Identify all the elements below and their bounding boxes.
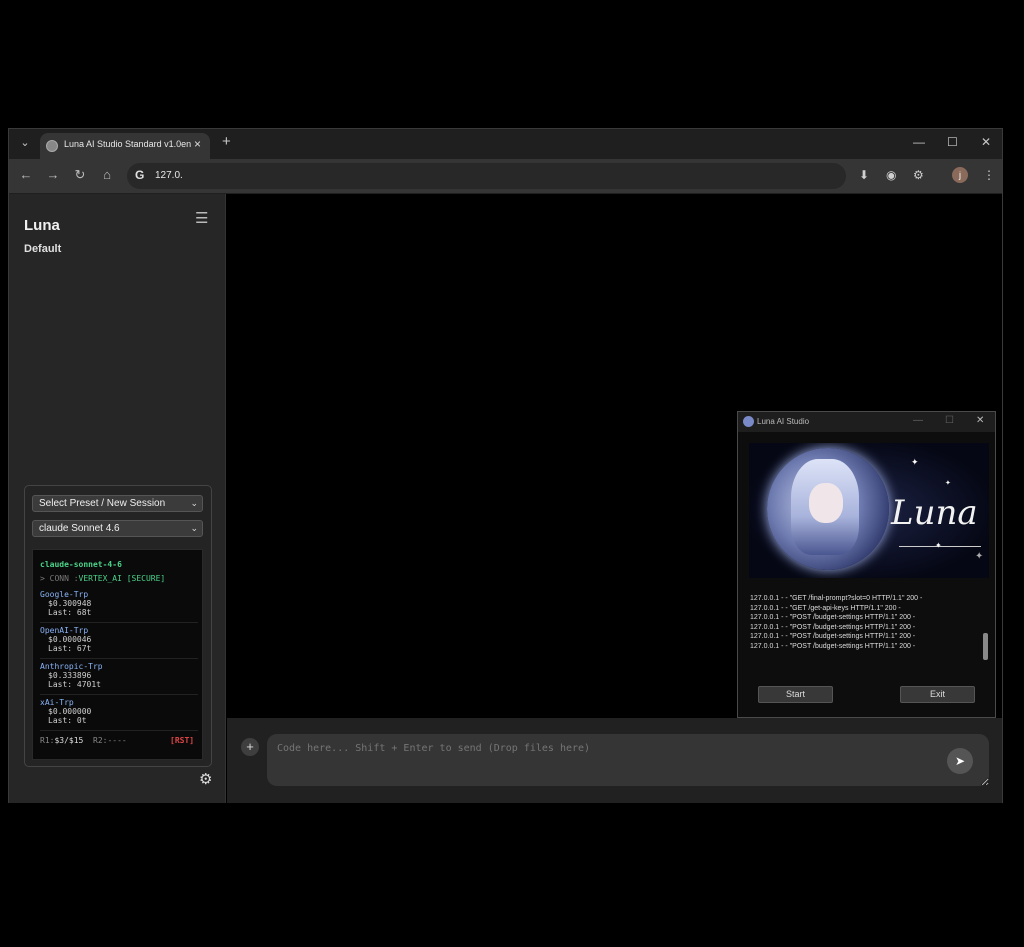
maximize-icon[interactable]: ☐: [945, 415, 954, 426]
star-icon: ✦: [975, 551, 984, 562]
log-line: 127.0.0.1 - - "GET /final-prompt?slot=0 …: [750, 595, 923, 602]
provider-last: Last: 0t: [48, 716, 87, 725]
log-line: 127.0.0.1 - - "GET /get-api-keys HTTP/1.…: [750, 604, 901, 612]
conn-prefix: > CONN :: [40, 574, 79, 583]
sidebar: Luna Default ☰ Select Preset / New Sessi…: [9, 194, 226, 803]
usage-terminal: claude-sonnet-4-6 > CONN :VERTEX_AI [SEC…: [32, 549, 203, 760]
provider-name: xAi-Trp: [40, 698, 74, 707]
home-icon[interactable]: ⌂: [98, 167, 116, 182]
send-icon[interactable]: ➤: [947, 748, 973, 774]
log-line: 127.0.0.1 - - "POST /budget-settings HTT…: [750, 623, 916, 631]
window-close-icon[interactable]: ✕: [981, 135, 991, 149]
chevron-down-icon[interactable]: ⌄: [17, 135, 33, 151]
star-icon: ✦: [935, 541, 942, 550]
close-icon[interactable]: ×: [194, 137, 201, 151]
provider-name: Google-Trp: [40, 590, 89, 599]
chat-input[interactable]: [267, 734, 989, 786]
provider-cost: $0.300948: [48, 599, 92, 608]
provider-name: OpenAI-Trp: [40, 626, 89, 635]
start-button[interactable]: Start: [758, 686, 833, 703]
provider-last: Last: 68t: [48, 608, 92, 617]
app-icon: [743, 416, 754, 427]
new-tab-icon[interactable]: +: [222, 133, 231, 150]
google-icon: G: [135, 168, 145, 182]
chevron-down-icon: ⌄: [190, 498, 198, 508]
record-icon[interactable]: ◉: [886, 168, 896, 182]
provider-cost: $0.000000: [48, 707, 92, 716]
character-face: [809, 483, 843, 523]
provider-cost: $0.333896: [48, 671, 92, 680]
r1-label: R1:: [40, 736, 55, 745]
preset-select[interactable]: Select Preset / New Session ⌄: [32, 495, 203, 512]
rate-footer: R1:$3/$15 R2:----: [40, 736, 127, 745]
log-line: 127.0.0.1 - - "POST /budget-settings HTT…: [750, 642, 916, 650]
model-select-value: claude Sonnet 4.6: [39, 523, 120, 534]
forward-arrow-icon[interactable]: →: [44, 167, 62, 182]
preset-select-value: Select Preset / New Session: [39, 498, 166, 509]
log-line: 127.0.0.1 - - "POST /budget-settings HTT…: [750, 614, 916, 622]
avatar[interactable]: j: [952, 167, 968, 183]
provider-row: xAi-Trp $0.000000 Last: 0t: [40, 698, 198, 731]
launcher-window: Luna AI Studio — ☐ ✕ Luna ✦ ✦ ✦ ✦ 127.0.…: [737, 411, 996, 718]
browser-toolbar: ← → ↻ ⌂ G 127.0. ⬇ ◉ ⚙ j ⋮: [9, 159, 1002, 193]
r1-value: $3/$15: [54, 736, 84, 745]
star-icon: ✦: [945, 480, 951, 487]
r2-label: R2:----: [93, 736, 127, 745]
log-line: 127.0.0.1 - - "POST /budget-settings HTT…: [750, 633, 916, 641]
kebab-menu-icon[interactable]: ⋮: [983, 168, 995, 182]
close-icon[interactable]: ✕: [976, 415, 984, 426]
tab-strip: ⌄ Luna AI Studio Standard v1.0en × + — ☐…: [9, 129, 1002, 159]
session-name: Default: [24, 243, 62, 255]
provider-row: Anthropic-Trp $0.333896 Last: 4701t: [40, 662, 198, 695]
address-bar[interactable]: G 127.0.: [127, 163, 846, 189]
attach-button[interactable]: +: [241, 738, 259, 756]
terminal-model: claude-sonnet-4-6: [40, 560, 122, 569]
provider-row: OpenAI-Trp $0.000046 Last: 67t: [40, 626, 198, 659]
popup-title: Luna AI Studio: [757, 417, 810, 426]
log-scrollbar[interactable]: [983, 633, 988, 660]
popup-titlebar: Luna AI Studio — ☐ ✕: [738, 412, 995, 432]
provider-last: Last: 4701t: [48, 680, 101, 689]
maximize-icon[interactable]: ☐: [947, 135, 958, 149]
server-log: 127.0.0.1 - - "GET /final-prompt?slot=0 …: [750, 594, 922, 652]
globe-icon: [46, 140, 58, 152]
gear-icon[interactable]: ⚙: [199, 770, 212, 788]
luna-banner-image: Luna ✦ ✦ ✦ ✦: [749, 443, 989, 578]
tab-title: Luna AI Studio Standard v1.0en: [64, 139, 192, 149]
provider-last: Last: 67t: [48, 644, 92, 653]
exit-button[interactable]: Exit: [900, 686, 975, 703]
provider-cost: $0.000046: [48, 635, 92, 644]
reset-button[interactable]: [RST]: [170, 736, 194, 745]
conn-value: VERTEX_AI [SECURE]: [78, 574, 166, 583]
app-title: Luna: [24, 217, 60, 234]
minimize-icon[interactable]: —: [913, 415, 923, 426]
banner-logo-text: Luna: [891, 493, 978, 533]
provider-row: Google-Trp $0.300948 Last: 68t: [40, 590, 198, 623]
hamburger-icon[interactable]: ☰: [195, 209, 208, 227]
browser-tab[interactable]: Luna AI Studio Standard v1.0en ×: [40, 133, 210, 159]
minimize-icon[interactable]: —: [913, 135, 925, 149]
chevron-down-icon: ⌄: [190, 523, 198, 533]
model-select[interactable]: claude Sonnet 4.6 ⌄: [32, 520, 203, 537]
back-arrow-icon[interactable]: ←: [17, 167, 35, 182]
url-text: 127.0.: [155, 170, 183, 181]
reload-icon[interactable]: ↻: [71, 167, 89, 183]
provider-name: Anthropic-Trp: [40, 662, 103, 671]
download-icon[interactable]: ⬇: [859, 168, 869, 182]
extensions-icon[interactable]: ⚙: [913, 168, 924, 182]
connection-status: > CONN :VERTEX_AI [SECURE]: [40, 574, 165, 583]
chat-input-bar: + ➤: [227, 718, 1002, 803]
control-panel: Select Preset / New Session ⌄ claude Son…: [24, 485, 212, 767]
star-icon: ✦: [911, 457, 919, 467]
